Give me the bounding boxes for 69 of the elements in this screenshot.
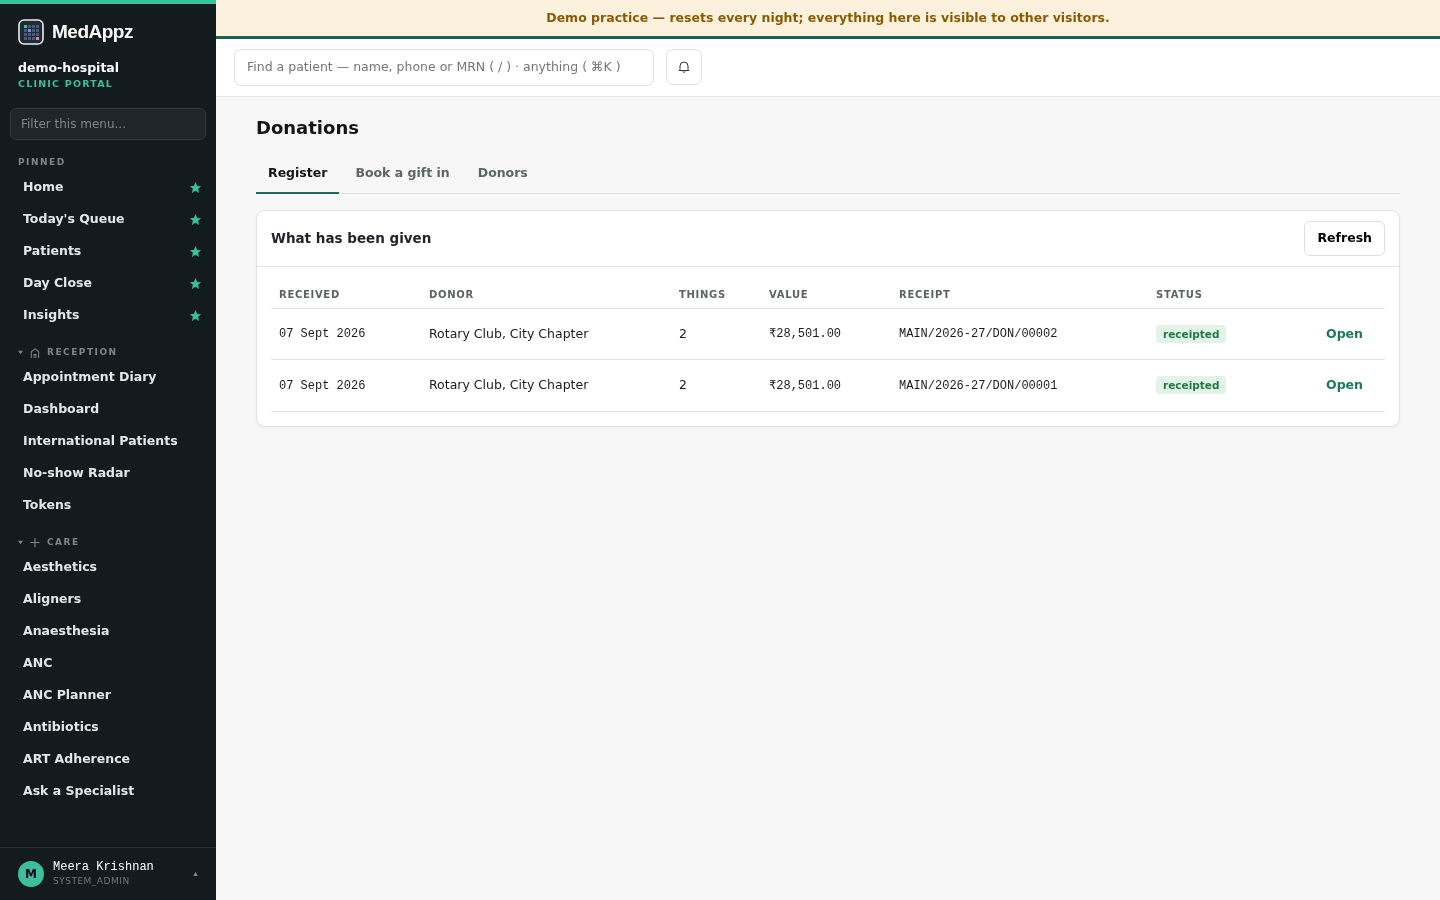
table-cell: 2	[671, 359, 761, 412]
caret-icon[interactable]	[193, 872, 198, 877]
nav-item[interactable]: International Patients	[0, 425, 216, 458]
building-icon	[29, 346, 41, 359]
nav-item[interactable]: Dashboard	[0, 393, 216, 426]
table-cell: Rotary Club, City Chapter	[421, 308, 671, 360]
nav-item[interactable]: ANC	[0, 647, 216, 680]
status-badge: receipted	[1156, 376, 1227, 395]
star-icon[interactable]	[189, 245, 202, 258]
nav-item[interactable]: Appointment Diary	[0, 361, 216, 394]
refresh-button[interactable]: Refresh	[1304, 220, 1385, 256]
logo-icon	[18, 19, 44, 46]
tab[interactable]: Register	[256, 154, 340, 194]
open-link[interactable]: Open	[1326, 377, 1363, 393]
filter-field[interactable]: Filter this menu...	[10, 107, 206, 140]
section-heading: CARE	[47, 535, 80, 549]
star-icon[interactable]	[189, 277, 202, 290]
section-heading: RECEPTION	[47, 345, 118, 359]
notifications-button[interactable]	[666, 48, 702, 85]
star-icon[interactable]	[189, 309, 202, 322]
status-badge: receipted	[1156, 324, 1227, 343]
table-cell: MAIN/2026-27/DON/00002	[891, 308, 1148, 360]
column-header: DONOR	[421, 266, 671, 309]
nav-item[interactable]: Home	[0, 171, 216, 204]
table-cell: Rotary Club, City Chapter	[421, 359, 671, 412]
table-cell: ₹28,501.00	[761, 359, 891, 412]
nav-item[interactable]: Insights	[0, 299, 216, 332]
avatar: M	[18, 861, 44, 888]
nav-item[interactable]: ART Adherence	[0, 743, 216, 776]
card-title: What has been given	[271, 229, 432, 249]
column-header: RECEIVED	[271, 266, 421, 309]
portal-label: CLINIC PORTAL	[17, 77, 114, 92]
star-icon[interactable]	[189, 213, 202, 226]
table-cell: 07 Sept 2026	[271, 308, 421, 360]
tab[interactable]: Book a gift in	[343, 154, 462, 194]
table-cell: MAIN/2026-27/DON/00001	[891, 359, 1148, 412]
open-link[interactable]: Open	[1326, 325, 1363, 341]
nav-item[interactable]: Antibiotics	[0, 711, 216, 744]
brand-name: MedAppz	[52, 20, 133, 44]
star-icon[interactable]	[189, 181, 202, 194]
nav-item[interactable]: Today's Queue	[0, 203, 216, 236]
demo-banner: Demo practice — resets every night; everything here is visible to other visitors.	[216, 0, 1440, 39]
nav-item[interactable]: Ask a Specialist	[0, 775, 216, 808]
column-header: THINGS	[671, 266, 761, 309]
column-header: RECEIPT	[891, 266, 1148, 309]
nav-item[interactable]: Aligners	[0, 583, 216, 616]
section-heading: PINNED	[17, 155, 67, 169]
table-cell: 2	[671, 308, 761, 360]
caret-icon[interactable]	[18, 350, 23, 355]
bell-icon	[678, 60, 690, 74]
nav-item[interactable]: Tokens	[0, 489, 216, 522]
plus-icon	[29, 536, 41, 549]
user-role: SYSTEM_ADMIN	[53, 874, 131, 888]
org-name: demo-hospital	[17, 58, 121, 77]
table-cell: ₹28,501.00	[761, 308, 891, 360]
table-cell: 07 Sept 2026	[271, 359, 421, 412]
caret-icon[interactable]	[18, 540, 23, 545]
nav-item[interactable]: Patients	[0, 235, 216, 268]
search-field[interactable]: Find a patient — name, phone or MRN ( / ) · anything ( ⌘K )	[234, 48, 654, 86]
nav-item[interactable]: ANC Planner	[0, 679, 216, 712]
page-title: Donations	[256, 116, 360, 139]
nav-item[interactable]: No-show Radar	[0, 457, 216, 490]
nav-item[interactable]: Day Close	[0, 267, 216, 300]
nav-item[interactable]: Aesthetics	[0, 551, 216, 584]
user-name: Meera Krishnan	[53, 860, 155, 875]
column-header: VALUE	[761, 266, 891, 309]
nav-item[interactable]: Anaesthesia	[0, 615, 216, 648]
tab[interactable]: Donors	[465, 154, 540, 194]
column-header: STATUS	[1148, 266, 1278, 309]
